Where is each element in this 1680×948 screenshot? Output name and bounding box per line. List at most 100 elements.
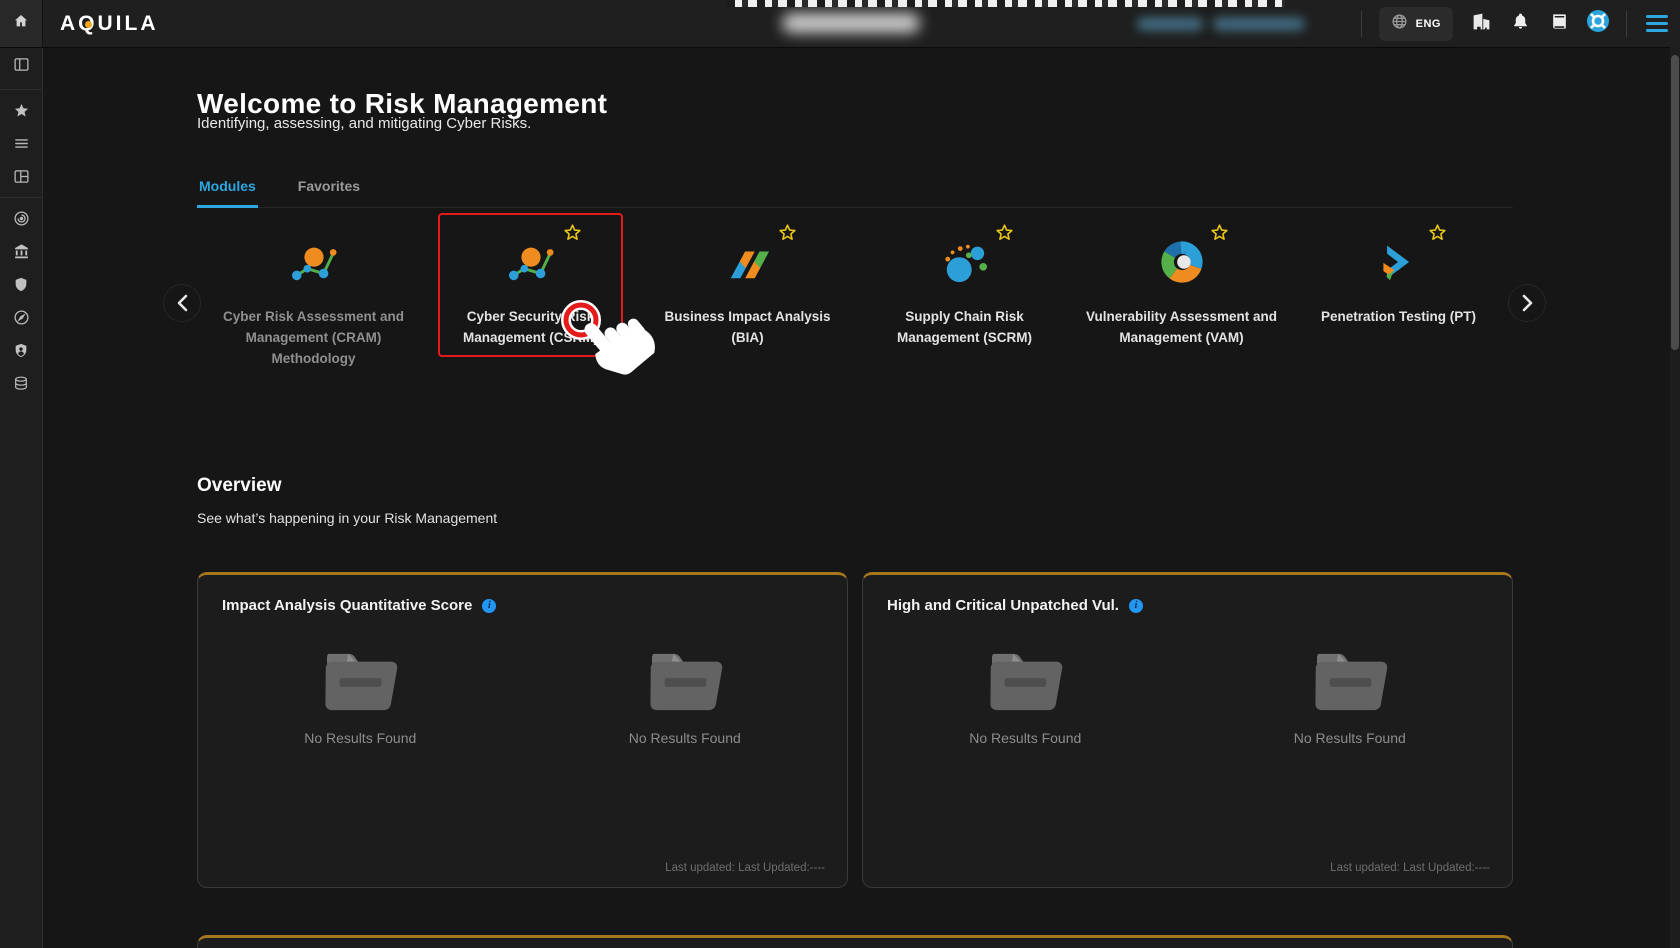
folder-icon	[317, 648, 403, 714]
overview-card-body: No Results Found No Results Found	[198, 648, 847, 746]
divider	[1361, 11, 1362, 37]
bank-icon	[13, 243, 30, 265]
module-icon	[504, 239, 558, 290]
sidebar-item-shield[interactable]	[0, 270, 42, 303]
knowledge-base-button[interactable]	[1548, 13, 1570, 35]
tab-favorites[interactable]: Favorites	[296, 172, 362, 207]
sidebar-item-bank[interactable]	[0, 237, 42, 270]
favorite-star-icon[interactable]	[1428, 223, 1447, 247]
notifications-button[interactable]	[1509, 13, 1531, 35]
overview-card-title: High and Critical Unpatched Vul.	[887, 597, 1119, 614]
home-button[interactable]	[0, 0, 43, 47]
sidebar-item-database[interactable]	[0, 369, 42, 402]
star-icon	[13, 102, 30, 124]
module-card[interactable]: Business Impact Analysis (BIA)	[639, 213, 856, 370]
bell-icon	[1511, 12, 1530, 36]
no-results-label: No Results Found	[304, 730, 416, 746]
scrollbar-thumb[interactable]	[1671, 55, 1679, 350]
sidebar-item-panel-toggle[interactable]	[0, 47, 42, 87]
left-sidebar	[0, 47, 43, 948]
empty-results-placeholder: No Results Found	[915, 648, 1135, 746]
overview-cards-row: Impact Analysis Quantitative Score i No …	[197, 572, 1513, 888]
modules-carousel: Cyber Risk Assessment and Management (CR…	[205, 213, 1507, 370]
sidebar-separator	[0, 197, 42, 198]
book-icon	[1550, 12, 1569, 36]
page-subtitle: Identifying, assessing, and mitigating C…	[197, 115, 531, 132]
topbar-actions: ENG	[1361, 0, 1670, 47]
overview-subtitle: See what’s happening in your Risk Manage…	[197, 510, 497, 526]
overview-card: High and Critical Unpatched Vul. i No Re…	[862, 572, 1513, 888]
empty-results-placeholder: No Results Found	[250, 648, 470, 746]
brand-logo: AQUILA	[60, 0, 159, 47]
module-name: Penetration Testing (PT)	[1321, 307, 1476, 328]
info-icon[interactable]: i	[482, 599, 496, 613]
brand-text: A	[60, 12, 78, 36]
brand-q: Q	[78, 12, 97, 36]
module-name: Business Impact Analysis (BIA)	[648, 307, 848, 349]
module-card[interactable]: Cyber Security Risk Management (CSRM)	[422, 213, 639, 370]
module-card[interactable]: Cyber Risk Assessment and Management (CR…	[205, 213, 422, 370]
no-results-label: No Results Found	[969, 730, 1081, 746]
lifebuoy-icon	[1586, 9, 1610, 38]
sidebar-item-star[interactable]	[0, 96, 42, 129]
module-tabs: Modules Favorites	[197, 172, 1513, 208]
folder-icon	[1307, 648, 1393, 714]
shield-icon	[13, 276, 29, 298]
module-card[interactable]: Supply Chain Risk Management (SCRM)	[856, 213, 1073, 370]
redacted-action-blur[interactable]	[1213, 17, 1305, 31]
user-shield-icon	[13, 342, 29, 364]
help-button[interactable]	[1587, 13, 1609, 35]
module-icon	[287, 239, 341, 290]
favorite-star-icon[interactable]	[995, 223, 1014, 247]
module-card[interactable]: Penetration Testing (PT)	[1290, 213, 1507, 370]
no-results-label: No Results Found	[1294, 730, 1406, 746]
sidebar-item-compass[interactable]	[0, 303, 42, 336]
empty-results-placeholder: No Results Found	[575, 648, 795, 746]
module-icon	[1375, 240, 1423, 289]
module-name: Cyber Security Risk Management (CSRM)	[431, 307, 631, 349]
sidebar-item-menu-lines[interactable]	[0, 129, 42, 162]
main-content: Welcome to Risk Management Identifying, …	[42, 47, 1680, 948]
last-updated-label: Last updated: Last Updated:----	[1330, 862, 1490, 874]
screenshot-edge-artifact	[727, 0, 1285, 7]
overview-title: Overview	[197, 475, 282, 497]
vertical-scrollbar	[1670, 47, 1680, 948]
sidebar-item-gauge[interactable]	[0, 204, 42, 237]
redacted-action-blur[interactable]	[1137, 17, 1203, 31]
carousel-prev-button[interactable]	[163, 284, 201, 322]
favorite-star-icon[interactable]	[563, 223, 582, 247]
divider	[1626, 11, 1627, 37]
globe-icon	[1391, 13, 1408, 35]
module-card[interactable]: Vulnerability Assessment and Management …	[1073, 213, 1290, 370]
overview-card: Impact Analysis Quantitative Score i No …	[197, 572, 848, 888]
sidebar-item-user-shield[interactable]	[0, 336, 42, 369]
building-icon	[1471, 11, 1492, 37]
favorite-star-icon[interactable]	[1210, 223, 1229, 247]
tab-modules[interactable]: Modules	[197, 172, 258, 208]
folder-icon	[982, 648, 1068, 714]
organization-button[interactable]	[1470, 13, 1492, 35]
sidebar-item-layout-grid[interactable]	[0, 162, 42, 195]
overview-card-title: Impact Analysis Quantitative Score	[222, 597, 472, 614]
database-icon	[13, 375, 29, 397]
panel-toggle-icon	[13, 56, 30, 78]
hamburger-menu-icon[interactable]	[1644, 11, 1670, 36]
no-results-label: No Results Found	[629, 730, 741, 746]
module-name: Cyber Risk Assessment and Management (CR…	[214, 307, 414, 370]
next-card-partial	[197, 935, 1513, 948]
module-icon	[723, 239, 773, 290]
module-icon	[940, 239, 990, 290]
language-selector[interactable]: ENG	[1379, 7, 1453, 41]
last-updated-label: Last updated: Last Updated:----	[665, 862, 825, 874]
redacted-page-context	[782, 13, 920, 33]
layout-grid-icon	[13, 168, 30, 190]
module-name: Supply Chain Risk Management (SCRM)	[865, 307, 1065, 349]
sidebar-separator	[0, 89, 42, 90]
menu-lines-icon	[13, 135, 30, 157]
gauge-icon	[13, 210, 30, 232]
info-icon[interactable]: i	[1129, 599, 1143, 613]
module-name: Vulnerability Assessment and Management …	[1082, 307, 1282, 349]
favorite-star-icon[interactable]	[778, 223, 797, 247]
carousel-next-button[interactable]	[1508, 284, 1546, 322]
brand-text: UILA	[98, 12, 159, 36]
